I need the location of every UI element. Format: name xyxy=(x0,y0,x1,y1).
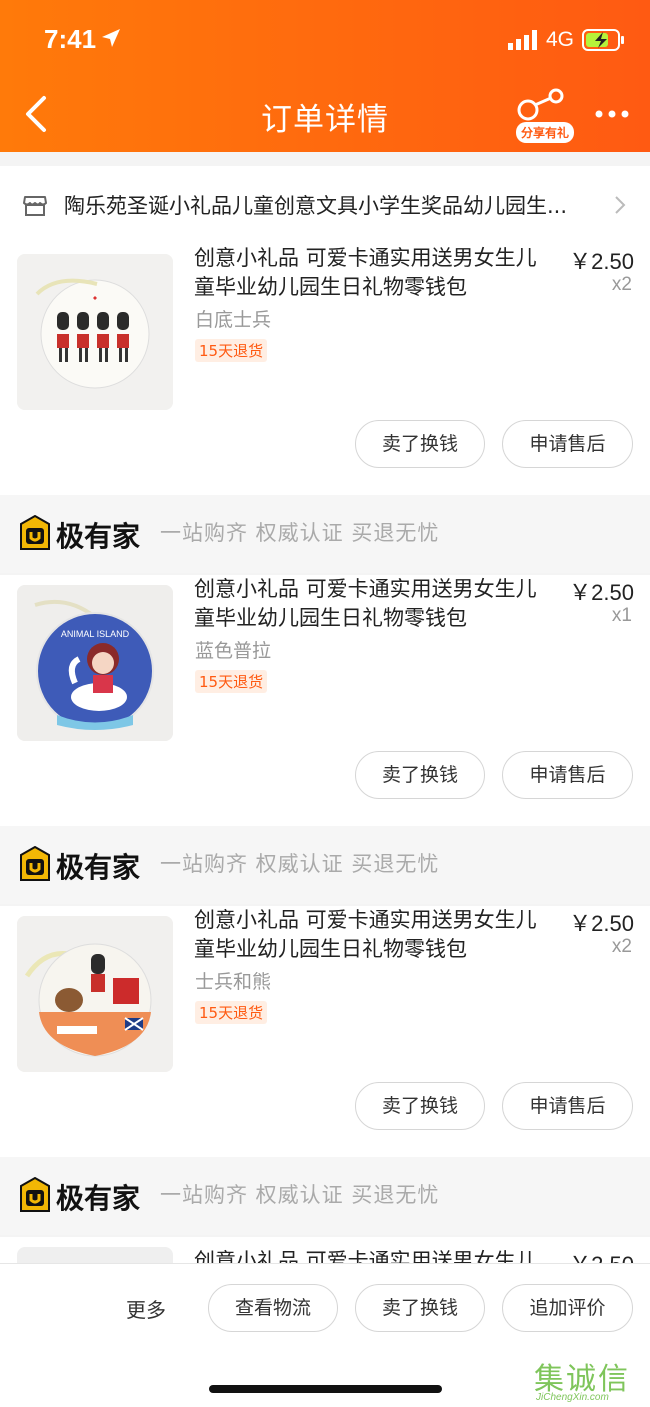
add-review-button[interactable]: 追加评价 xyxy=(502,1284,633,1332)
product-quantity: x2 xyxy=(611,274,632,295)
status-time: 7:41 xyxy=(44,24,97,54)
shop-row[interactable]: 陶乐苑圣诞小礼品儿童创意文具小学生奖品幼儿园生... xyxy=(0,166,650,244)
after-sale-button[interactable]: 申请售后 xyxy=(502,420,633,468)
network-type: 4G xyxy=(546,28,575,51)
promo-brand: 极有家 xyxy=(56,1182,141,1215)
share-icon xyxy=(517,88,564,121)
return-badge: 15天退货 xyxy=(195,1001,268,1024)
bottom-action-bar: 更多 查看物流 卖了换钱 追加评价 集诚信 JiChengXin.com xyxy=(0,1263,650,1407)
product-quantity: x1 xyxy=(611,605,632,626)
promo-slogan: 一站购齐 权威认证 买退无忧 xyxy=(160,521,440,545)
return-badge: 15天退货 xyxy=(195,339,268,362)
order-item: 创意小礼品 可爱卡通实用送男女生儿童毕业幼儿园生日礼物零钱包 ￥2.50 x2 … xyxy=(0,906,650,1157)
order-item: 创意小礼品 可爱卡通实用送男女生儿童毕业幼儿园生日礼物零钱包 ￥2.50 xyxy=(0,1237,650,1263)
product-price: ￥2.50 xyxy=(569,580,634,605)
product-variant: 白底士兵 xyxy=(195,309,272,331)
promo-slogan: 一站购齐 权威认证 买退无忧 xyxy=(160,852,440,876)
watermark-url: JiChengXin.com xyxy=(536,1392,609,1403)
home-indicator[interactable] xyxy=(209,1385,442,1393)
more-menu-icon[interactable] xyxy=(594,104,630,124)
product-image[interactable]: ANIMAL ISLAND xyxy=(17,585,173,741)
signal-strength-icon xyxy=(508,30,537,50)
store-icon xyxy=(23,196,47,216)
battery-charging-icon xyxy=(582,29,624,51)
product-variant: 士兵和熊 xyxy=(195,971,272,993)
view-logistics-button[interactable]: 查看物流 xyxy=(208,1284,338,1332)
jiyoujia-logo-icon xyxy=(20,846,50,881)
chevron-right-icon xyxy=(615,196,626,214)
product-image[interactable] xyxy=(17,254,173,410)
order-item: ANIMAL ISLAND 创意小礼品 可爱卡通实用送男女生儿童毕业幼儿园生日礼… xyxy=(0,575,650,826)
product-title[interactable]: 创意小礼品 可爱卡通实用送男女生儿童毕业幼儿园生日礼物零钱包 xyxy=(194,244,550,302)
header-bar: 7:41 4G 订单详情 分享有礼 xyxy=(0,0,650,152)
product-quantity: x2 xyxy=(611,936,632,957)
promo-brand: 极有家 xyxy=(56,851,141,884)
product-price: ￥2.50 xyxy=(562,1247,634,1263)
product-title[interactable]: 创意小礼品 可爱卡通实用送男女生儿童毕业幼儿园生日礼物零钱包 xyxy=(194,906,550,964)
location-arrow-icon xyxy=(102,29,120,47)
jiyoujia-logo-icon xyxy=(20,515,50,550)
sell-for-cash-button[interactable]: 卖了换钱 xyxy=(355,1082,485,1130)
product-title[interactable]: 创意小礼品 可爱卡通实用送男女生儿童毕业幼儿园生日礼物零钱包 xyxy=(194,575,550,633)
after-sale-button[interactable]: 申请售后 xyxy=(502,1082,633,1130)
product-image[interactable] xyxy=(17,1247,173,1263)
product-price: ￥2.50 xyxy=(569,911,634,936)
sell-for-cash-button[interactable]: 卖了换钱 xyxy=(355,1284,485,1332)
order-item: 创意小礼品 可爱卡通实用送男女生儿童毕业幼儿园生日礼物零钱包 ￥2.50 x2 … xyxy=(0,244,650,495)
promo-banner[interactable]: 极有家 一站购齐 权威认证 买退无忧 xyxy=(0,495,650,573)
sell-for-cash-button[interactable]: 卖了换钱 xyxy=(355,751,485,799)
jiyoujia-logo-icon xyxy=(20,1177,50,1212)
more-link[interactable]: 更多 xyxy=(126,1294,166,1323)
after-sale-button[interactable]: 申请售后 xyxy=(502,751,633,799)
shop-name: 陶乐苑圣诞小礼品儿童创意文具小学生奖品幼儿园生... xyxy=(64,194,568,218)
return-badge: 15天退货 xyxy=(195,670,268,693)
promo-banner[interactable]: 极有家 一站购齐 权威认证 买退无忧 xyxy=(0,826,650,904)
promo-slogan: 一站购齐 权威认证 买退无忧 xyxy=(160,1183,440,1207)
status-bar: 7:41 4G xyxy=(0,0,650,80)
product-title[interactable]: 创意小礼品 可爱卡通实用送男女生儿童毕业幼儿园生日礼物零钱包 xyxy=(194,1247,550,1263)
svg-text:ANIMAL ISLAND: ANIMAL ISLAND xyxy=(61,629,130,639)
promo-brand: 极有家 xyxy=(56,520,141,553)
sell-for-cash-button[interactable]: 卖了换钱 xyxy=(355,420,485,468)
product-price: ￥2.50 xyxy=(569,249,634,274)
product-variant: 蓝色普拉 xyxy=(195,640,272,662)
product-image[interactable] xyxy=(17,916,173,1072)
share-gift-button[interactable]: 分享有礼 xyxy=(514,86,578,146)
share-badge: 分享有礼 xyxy=(516,122,575,143)
watermark: 集诚信 JiChengXin.com xyxy=(532,1354,648,1406)
promo-banner[interactable]: 极有家 一站购齐 权威认证 买退无忧 xyxy=(0,1157,650,1235)
